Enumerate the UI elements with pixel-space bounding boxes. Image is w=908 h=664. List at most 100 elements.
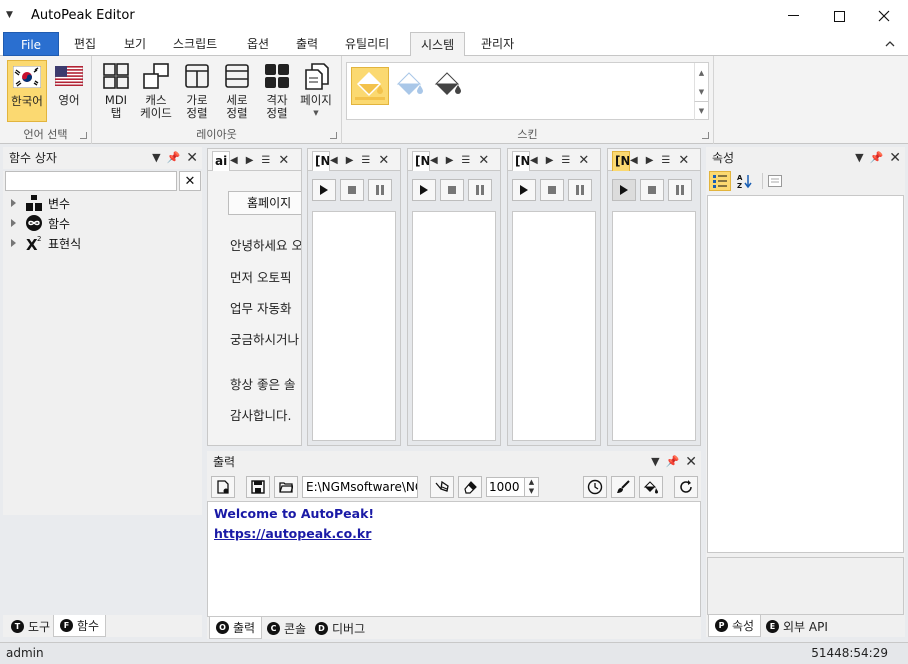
tab-edit[interactable]: 편집 bbox=[64, 32, 106, 56]
scroll-right-icon[interactable]: ▶ bbox=[246, 155, 254, 166]
document-tab-title[interactable]: [N bbox=[312, 151, 330, 171]
document-tab-title[interactable]: ai bbox=[212, 151, 230, 171]
save-output-button[interactable] bbox=[246, 476, 270, 498]
macro-command-list[interactable] bbox=[512, 211, 596, 441]
macro-command-list[interactable] bbox=[312, 211, 396, 441]
alphabetical-button[interactable]: AZ bbox=[734, 171, 756, 191]
page-button[interactable]: 페이지 ▼ bbox=[296, 60, 336, 122]
tab-list-icon[interactable]: ☰ bbox=[361, 155, 370, 166]
pause-button[interactable] bbox=[468, 179, 492, 201]
gallery-scroll-down-icon[interactable]: ▼ bbox=[694, 82, 708, 101]
cascade-button[interactable]: 캐스 케이드 bbox=[136, 60, 176, 122]
open-folder-button[interactable] bbox=[274, 476, 298, 498]
tab-list-icon[interactable]: ☰ bbox=[461, 155, 470, 166]
fill-color-button[interactable] bbox=[639, 476, 663, 498]
output-link[interactable]: https://autopeak.co.kr bbox=[208, 526, 700, 541]
skin-blue-option[interactable] bbox=[391, 67, 429, 105]
function-search-input[interactable] bbox=[5, 171, 177, 191]
tab-list-icon[interactable]: ☰ bbox=[261, 155, 270, 166]
brush-button[interactable] bbox=[611, 476, 635, 498]
scroll-left-icon[interactable]: ◀ bbox=[230, 155, 238, 166]
panel-menu-icon[interactable]: ▼ bbox=[855, 147, 863, 169]
grid-arrange-button[interactable]: 격자 정렬 bbox=[258, 60, 296, 122]
close-icon[interactable]: ✕ bbox=[578, 153, 589, 168]
tab-list-icon[interactable]: ☰ bbox=[661, 155, 670, 166]
layout-group-launcher-icon[interactable] bbox=[330, 132, 337, 139]
tree-item-functions[interactable]: 함수 bbox=[11, 213, 70, 233]
tree-item-expressions[interactable]: X2 표현식 bbox=[11, 233, 81, 253]
mdi-tab-button[interactable]: MDI 탭 bbox=[98, 60, 134, 122]
tab-utility[interactable]: 유틸리티 bbox=[335, 32, 399, 56]
close-icon[interactable]: ✕ bbox=[186, 147, 198, 169]
expand-arrow-icon[interactable] bbox=[11, 199, 16, 207]
timestamp-button[interactable] bbox=[583, 476, 607, 498]
document-tab-title[interactable]: [N bbox=[612, 151, 630, 171]
collapse-ribbon-icon[interactable] bbox=[885, 40, 895, 48]
stop-button[interactable] bbox=[340, 179, 364, 201]
pin-icon[interactable]: 📌 bbox=[666, 451, 680, 473]
tab-properties[interactable]: P 속성 bbox=[708, 615, 762, 637]
tab-tools[interactable]: T 도구 bbox=[5, 615, 56, 637]
stop-button[interactable] bbox=[440, 179, 464, 201]
close-icon[interactable]: ✕ bbox=[685, 451, 697, 473]
scroll-right-icon[interactable]: ▶ bbox=[446, 155, 454, 166]
gallery-expand-icon[interactable]: ▼ bbox=[694, 101, 708, 120]
korean-button[interactable]: 한국어 bbox=[7, 60, 47, 122]
output-path-input[interactable] bbox=[302, 476, 418, 498]
close-icon[interactable]: ✕ bbox=[678, 153, 689, 168]
close-icon[interactable]: ✕ bbox=[278, 153, 289, 168]
document-tab-title[interactable]: [N bbox=[412, 151, 430, 171]
macro-command-list[interactable] bbox=[412, 211, 496, 441]
scroll-right-icon[interactable]: ▶ bbox=[546, 155, 554, 166]
play-button[interactable] bbox=[312, 179, 336, 201]
close-icon[interactable]: ✕ bbox=[378, 153, 389, 168]
scroll-right-icon[interactable]: ▶ bbox=[646, 155, 654, 166]
tab-console[interactable]: C 콘솔 bbox=[261, 617, 312, 639]
macro-command-list[interactable] bbox=[612, 211, 696, 441]
tab-output[interactable]: 출력 bbox=[286, 32, 328, 56]
tab-script[interactable]: 스크립트 bbox=[163, 32, 227, 56]
quick-access-menu-icon[interactable]: ▼ bbox=[6, 10, 13, 20]
tile-horizontal-button[interactable]: 가로 정렬 bbox=[178, 60, 216, 122]
tab-admin[interactable]: 관리자 bbox=[471, 32, 524, 56]
tab-output-log[interactable]: O 출력 bbox=[209, 617, 263, 639]
tab-debug[interactable]: D 디버그 bbox=[309, 617, 371, 639]
clean-button[interactable] bbox=[430, 476, 454, 498]
panel-menu-icon[interactable]: ▼ bbox=[152, 147, 160, 169]
tab-list-icon[interactable]: ☰ bbox=[561, 155, 570, 166]
tab-file[interactable]: File bbox=[3, 32, 59, 56]
close-icon[interactable]: ✕ bbox=[889, 147, 901, 169]
tab-view[interactable]: 보기 bbox=[114, 32, 156, 56]
scroll-left-icon[interactable]: ◀ bbox=[430, 155, 438, 166]
property-grid[interactable] bbox=[707, 195, 904, 553]
categorized-button[interactable] bbox=[709, 171, 731, 191]
stop-button[interactable] bbox=[540, 179, 564, 201]
tree-item-variables[interactable]: 변수 bbox=[11, 193, 70, 213]
expand-arrow-icon[interactable] bbox=[11, 219, 16, 227]
stop-button[interactable] bbox=[640, 179, 664, 201]
skin-dark-option[interactable] bbox=[429, 67, 467, 105]
erase-button[interactable] bbox=[458, 476, 482, 498]
scroll-right-icon[interactable]: ▶ bbox=[346, 155, 354, 166]
tile-vertical-button[interactable]: 세로 정렬 bbox=[218, 60, 256, 122]
gallery-scroll-up-icon[interactable]: ▲ bbox=[694, 63, 708, 82]
minimize-button[interactable] bbox=[770, 0, 816, 32]
expand-arrow-icon[interactable] bbox=[11, 239, 16, 247]
tab-system[interactable]: 시스템 bbox=[410, 32, 466, 57]
pause-button[interactable] bbox=[568, 179, 592, 201]
scroll-left-icon[interactable]: ◀ bbox=[630, 155, 638, 166]
maximize-button[interactable] bbox=[816, 0, 862, 32]
pause-button[interactable] bbox=[368, 179, 392, 201]
pin-icon[interactable]: 📌 bbox=[167, 147, 181, 169]
document-tab-title[interactable]: [N bbox=[512, 151, 530, 171]
close-icon[interactable]: ✕ bbox=[478, 153, 489, 168]
pause-button[interactable] bbox=[668, 179, 692, 201]
scroll-left-icon[interactable]: ◀ bbox=[530, 155, 538, 166]
english-button[interactable]: 영어 bbox=[50, 60, 88, 122]
play-button[interactable] bbox=[612, 179, 636, 201]
play-button[interactable] bbox=[512, 179, 536, 201]
pin-icon[interactable]: 📌 bbox=[870, 147, 884, 169]
output-log[interactable]: Welcome to AutoPeak! https://autopeak.co… bbox=[207, 501, 701, 617]
close-button[interactable] bbox=[861, 0, 907, 32]
skin-gold-option[interactable] bbox=[351, 67, 389, 105]
